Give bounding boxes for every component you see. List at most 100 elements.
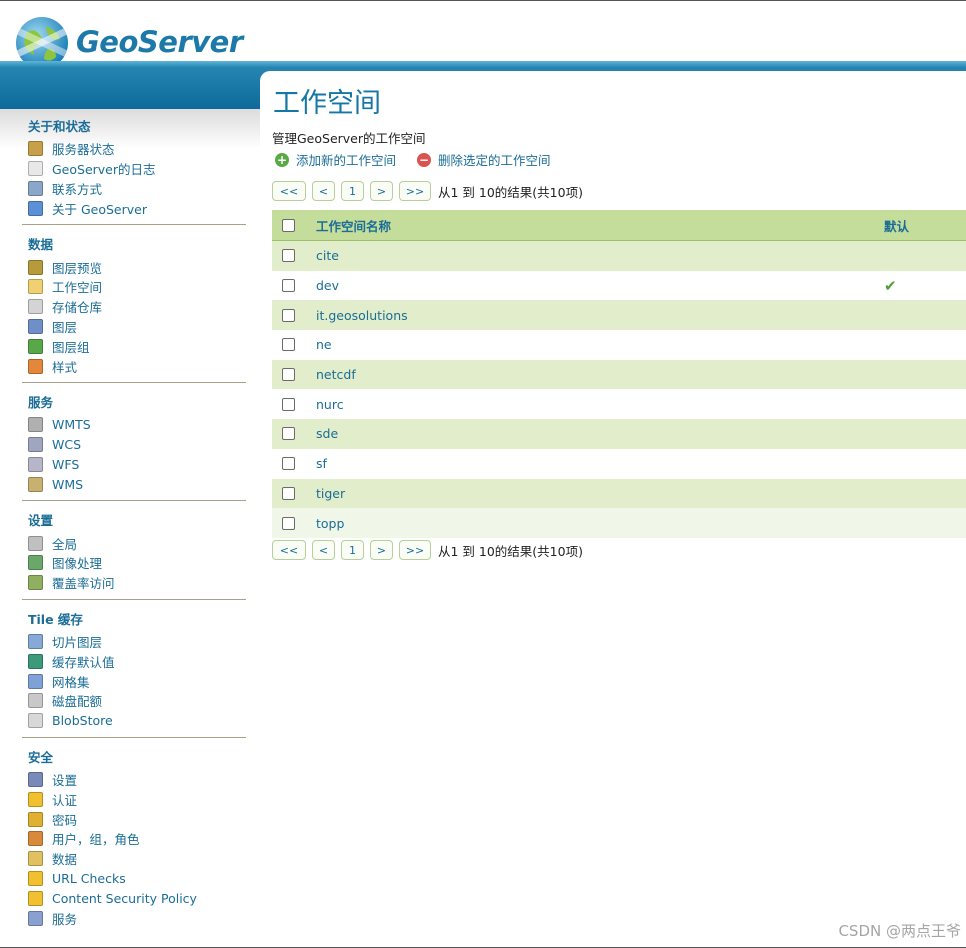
- column-header-name[interactable]: 工作空间名称: [316, 216, 391, 235]
- tile-layers-icon: [28, 633, 43, 649]
- sidebar-item[interactable]: 认证: [28, 789, 246, 809]
- sidebar-item[interactable]: 工作空间: [28, 277, 246, 297]
- sidebar-item[interactable]: WMTS: [28, 415, 246, 435]
- sidebar-item[interactable]: 切片图层: [28, 632, 246, 652]
- workspace-name-link[interactable]: sf: [316, 456, 327, 471]
- pager-next-button[interactable]: >: [370, 181, 393, 201]
- row-checkbox[interactable]: [282, 516, 295, 530]
- workspace-name-link[interactable]: cite: [316, 248, 339, 263]
- row-checkbox[interactable]: [282, 427, 295, 441]
- sidebar-item[interactable]: 服务: [28, 908, 246, 928]
- sidebar-item-label: 服务: [52, 911, 78, 927]
- header: GeoServer: [0, 1, 966, 69]
- sidebar-section: 安全 设置 认证 密码 用户，组，角色 数据 URL Checks Content Secur…: [22, 746, 246, 934]
- sidebar-item-label: 设置: [52, 772, 78, 788]
- row-checkbox[interactable]: [282, 308, 295, 322]
- add-workspace-button[interactable]: + 添加新的工作空间: [275, 150, 396, 169]
- workspace-name-link[interactable]: it.geosolutions: [316, 308, 408, 323]
- sidebar-item[interactable]: 覆盖率访问: [28, 573, 246, 593]
- row-checkbox[interactable]: [282, 486, 295, 500]
- pager-page-button[interactable]: 1: [341, 181, 364, 201]
- sidebar-item[interactable]: 存储仓库: [28, 297, 246, 317]
- sidebar-item-label: 图层预览: [52, 260, 103, 276]
- table-row: sde: [272, 419, 966, 449]
- sidebar-item-label: 图层组: [52, 339, 90, 355]
- workspace-name-link[interactable]: tiger: [316, 486, 345, 501]
- workspace-table: 工作空间名称 默认 cite dev ✔ it.geosolutions ne netcd…: [272, 210, 966, 538]
- sidebar-item[interactable]: WCS: [28, 435, 246, 455]
- pager-info: 从1 到 10的结果(共10项): [438, 543, 583, 559]
- lock-icon: [28, 811, 43, 827]
- wms-icon: [28, 476, 43, 492]
- table-row: cite: [272, 241, 966, 271]
- sidebar-item[interactable]: Content Security Policy: [28, 888, 246, 908]
- table-row: topp: [272, 508, 966, 538]
- sidebar-section-title: 设置: [28, 513, 54, 529]
- sidebar-item[interactable]: 图层组: [28, 336, 246, 356]
- column-header-default[interactable]: 默认: [884, 216, 909, 235]
- row-checkbox[interactable]: [282, 338, 295, 352]
- server-status-icon: [28, 141, 43, 157]
- sidebar-item[interactable]: 图层: [28, 317, 246, 337]
- pager-last-button[interactable]: >>: [399, 181, 431, 201]
- sidebar-item[interactable]: 设置: [28, 770, 246, 790]
- sidebar-section-title: 服务: [28, 394, 54, 410]
- sidebar-item[interactable]: 联系方式: [28, 179, 246, 199]
- row-checkbox[interactable]: [282, 368, 295, 382]
- pager-first-button[interactable]: <<: [272, 540, 306, 560]
- pager-page-button[interactable]: 1: [341, 540, 364, 560]
- sidebar-item[interactable]: GeoServer的日志: [28, 159, 246, 179]
- sidebar-item[interactable]: 网格集: [28, 671, 246, 691]
- sidebar-item[interactable]: WFS: [28, 455, 246, 475]
- table-header: 工作空间名称 默认: [272, 210, 966, 241]
- sidebar-item-label: 认证: [52, 792, 78, 808]
- workspace-name-link[interactable]: dev: [316, 278, 339, 293]
- pager-prev-button[interactable]: <: [312, 181, 335, 201]
- workspace-name-link[interactable]: sde: [316, 426, 338, 441]
- row-checkbox[interactable]: [282, 397, 295, 411]
- sidebar-item[interactable]: 密码: [28, 809, 246, 829]
- workspace-name-link[interactable]: ne: [316, 337, 332, 352]
- row-checkbox[interactable]: [282, 249, 295, 263]
- sidebar-section-title: 数据: [28, 237, 54, 253]
- pager-next-button[interactable]: >: [370, 540, 393, 560]
- table-row: dev ✔: [272, 270, 966, 301]
- sidebar-item[interactable]: 全局: [28, 533, 246, 553]
- sidebar-item[interactable]: BlobStore: [28, 711, 246, 731]
- sidebar-item[interactable]: 图层预览: [28, 257, 246, 277]
- sidebar-item[interactable]: 数据: [28, 849, 246, 869]
- table-row: tiger: [272, 478, 966, 509]
- sidebar-item[interactable]: URL Checks: [28, 869, 246, 889]
- workspace-name-link[interactable]: netcdf: [316, 367, 356, 382]
- workspace-name-link[interactable]: topp: [316, 516, 344, 531]
- pager-first-button[interactable]: <<: [272, 181, 306, 201]
- wfs-icon: [28, 456, 43, 472]
- page-title: 工作空间: [273, 88, 381, 119]
- layer-group-icon: [28, 338, 43, 354]
- sidebar-item[interactable]: 关于 GeoServer: [28, 198, 246, 218]
- style-icon: [28, 358, 43, 374]
- sidebar-item[interactable]: WMS: [28, 474, 246, 494]
- sidebar-item[interactable]: 样式: [28, 356, 246, 376]
- sidebar-item[interactable]: 图像处理: [28, 553, 246, 573]
- select-all-checkbox[interactable]: [282, 218, 295, 232]
- sidebar-item-label: 覆盖率访问: [52, 576, 115, 592]
- sidebar-item-label: WCS: [52, 437, 82, 453]
- sidebar-section-title: Tile 缓存: [28, 611, 83, 627]
- page-description: 管理GeoServer的工作空间: [272, 131, 426, 146]
- sidebar-item-label: 工作空间: [52, 280, 103, 296]
- remove-workspace-button[interactable]: − 删除选定的工作空间: [417, 150, 551, 169]
- table-row: it.geosolutions: [272, 300, 966, 331]
- brand-name[interactable]: GeoServer: [76, 25, 243, 59]
- sidebar-item[interactable]: 磁盘配额: [28, 691, 246, 711]
- row-checkbox[interactable]: [282, 279, 295, 293]
- sidebar-item-label: 关于 GeoServer: [52, 201, 147, 217]
- workspace-name-link[interactable]: nurc: [316, 397, 344, 412]
- sidebar-item[interactable]: 用户，组，角色: [28, 829, 246, 849]
- row-checkbox[interactable]: [282, 457, 295, 471]
- pager-last-button[interactable]: >>: [399, 540, 431, 560]
- sidebar-item[interactable]: 缓存默认值: [28, 651, 246, 671]
- default-check-icon: ✔: [884, 276, 897, 295]
- sidebar-item[interactable]: 服务器状态: [28, 139, 246, 159]
- pager-prev-button[interactable]: <: [312, 540, 335, 560]
